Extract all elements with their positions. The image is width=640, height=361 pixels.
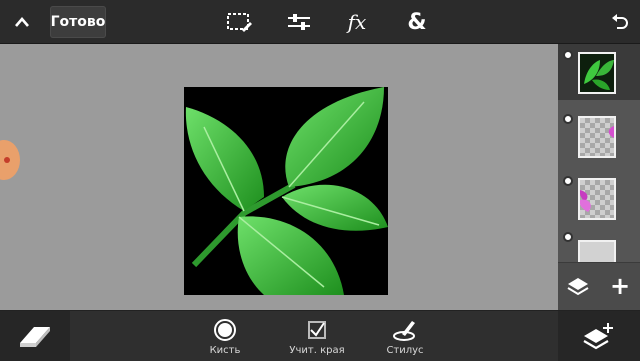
eraser-icon xyxy=(20,327,50,347)
canvas-area[interactable] xyxy=(0,44,558,310)
done-button[interactable]: Готово xyxy=(50,6,106,38)
layers-stack-button[interactable] xyxy=(566,275,590,299)
leaf-thumbnail-icon xyxy=(580,54,614,92)
layer-visibility-dot[interactable] xyxy=(563,50,573,60)
eraser-button[interactable] xyxy=(0,311,70,361)
brush-handle-dot xyxy=(4,157,10,163)
stylus-tool-label: Стилус xyxy=(386,345,424,356)
selection-icon xyxy=(227,13,252,32)
layers-icon xyxy=(567,278,589,296)
adjustments-button[interactable] xyxy=(282,0,316,44)
adjustments-icon xyxy=(288,14,310,30)
bottom-toolbar: Кисть Учит. края Стилус xyxy=(0,310,640,361)
blend-icon: & xyxy=(407,9,427,35)
edge-tool-icon-wrap xyxy=(282,317,352,343)
brush-tool[interactable]: Кисть xyxy=(190,311,260,361)
brush-tool-icon-wrap xyxy=(190,317,260,343)
leaf-photo[interactable] xyxy=(184,87,388,295)
chevron-up-icon xyxy=(15,17,29,27)
layer-thumb-leaf[interactable] xyxy=(578,52,616,94)
effects-button[interactable]: fx xyxy=(340,0,374,44)
selection-button[interactable] xyxy=(222,0,256,44)
top-toolbar: Готово fx & xyxy=(0,0,640,44)
leaf-image xyxy=(185,87,388,295)
blend-button[interactable]: & xyxy=(400,0,434,44)
brush-circle-icon xyxy=(214,319,236,341)
layer-thumb-gray[interactable] xyxy=(578,240,616,262)
flower-edge-icon xyxy=(608,126,614,138)
collapse-button[interactable] xyxy=(0,0,44,44)
flower-thumbnail-icon xyxy=(580,190,591,212)
layer-visibility-dot[interactable] xyxy=(563,176,573,186)
add-layer-button[interactable]: + xyxy=(608,273,632,299)
fx-icon: fx xyxy=(347,10,367,34)
undo-button[interactable] xyxy=(604,0,636,44)
stylus-tool[interactable]: Стилус xyxy=(370,311,440,361)
add-layer-stack-icon xyxy=(583,323,613,350)
stylus-tool-icon-wrap xyxy=(370,317,440,343)
brush-tool-label: Кисть xyxy=(209,345,241,356)
layer-thumb-flower[interactable] xyxy=(578,178,616,220)
undo-icon xyxy=(612,14,628,29)
layers-toggle-button[interactable] xyxy=(558,311,640,361)
brush-handle[interactable] xyxy=(0,140,20,180)
edge-aware-tool[interactable]: Учит. края xyxy=(282,311,352,361)
stylus-icon xyxy=(393,321,415,341)
edge-aware-icon xyxy=(308,321,326,339)
layer-tools: + xyxy=(558,262,640,311)
layer-visibility-dot[interactable] xyxy=(563,114,573,124)
layer-thumb-transparent[interactable] xyxy=(578,116,616,158)
edge-tool-label: Учит. края xyxy=(289,345,345,356)
layer-visibility-dot[interactable] xyxy=(563,232,573,242)
